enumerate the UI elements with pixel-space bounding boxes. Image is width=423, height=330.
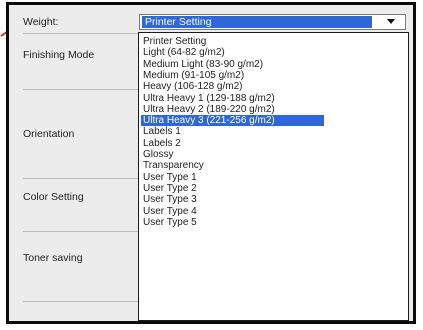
weight-option[interactable]: User Type 2 bbox=[141, 183, 324, 194]
weight-option[interactable]: Heavy (106-128 g/m2) bbox=[141, 81, 324, 92]
weight-option[interactable]: Glossy bbox=[141, 149, 324, 160]
weight-option[interactable]: Transparency bbox=[141, 160, 324, 171]
color-setting-label: Color Setting bbox=[23, 191, 84, 203]
finishing-mode-label: Finishing Mode bbox=[23, 49, 95, 61]
weight-option[interactable]: Medium (91-105 g/m2) bbox=[141, 70, 324, 81]
weight-option[interactable]: Ultra Heavy 3 (221-256 g/m2) bbox=[141, 115, 324, 127]
weight-option[interactable]: Labels 2 bbox=[141, 138, 324, 149]
separator bbox=[23, 231, 143, 232]
weight-label: Weight: bbox=[23, 16, 59, 28]
weight-options-list[interactable]: Printer Setting Light (64-82 g/m2) Medium … bbox=[138, 32, 409, 321]
weight-option[interactable]: User Type 4 bbox=[141, 206, 324, 217]
weight-option[interactable]: Labels 1 bbox=[141, 126, 324, 137]
weight-select[interactable]: Printer Setting bbox=[139, 14, 406, 30]
chevron-down-icon bbox=[387, 19, 395, 24]
weight-option[interactable]: Light (64-82 g/m2) bbox=[141, 47, 324, 58]
toner-saving-label: Toner saving bbox=[23, 252, 83, 264]
weight-option[interactable]: Medium Light (83-90 g/m2) bbox=[141, 59, 324, 70]
weight-select-value: Printer Setting bbox=[142, 16, 372, 28]
print-settings-panel: Weight: Finishing Mode Orientation Color… bbox=[6, 2, 416, 324]
orientation-label: Orientation bbox=[23, 128, 75, 140]
weight-option[interactable]: User Type 1 bbox=[141, 172, 324, 183]
separator bbox=[23, 89, 143, 90]
separator bbox=[23, 178, 143, 179]
weight-option[interactable]: Ultra Heavy 2 (189-220 g/m2) bbox=[141, 104, 324, 115]
weight-option[interactable]: Printer Setting bbox=[141, 36, 324, 47]
weight-option[interactable]: Ultra Heavy 1 (129-188 g/m2) bbox=[141, 93, 324, 104]
weight-option[interactable]: User Type 3 bbox=[141, 194, 324, 205]
weight-option[interactable]: User Type 5 bbox=[141, 217, 324, 228]
dropdown-button[interactable] bbox=[377, 15, 405, 29]
